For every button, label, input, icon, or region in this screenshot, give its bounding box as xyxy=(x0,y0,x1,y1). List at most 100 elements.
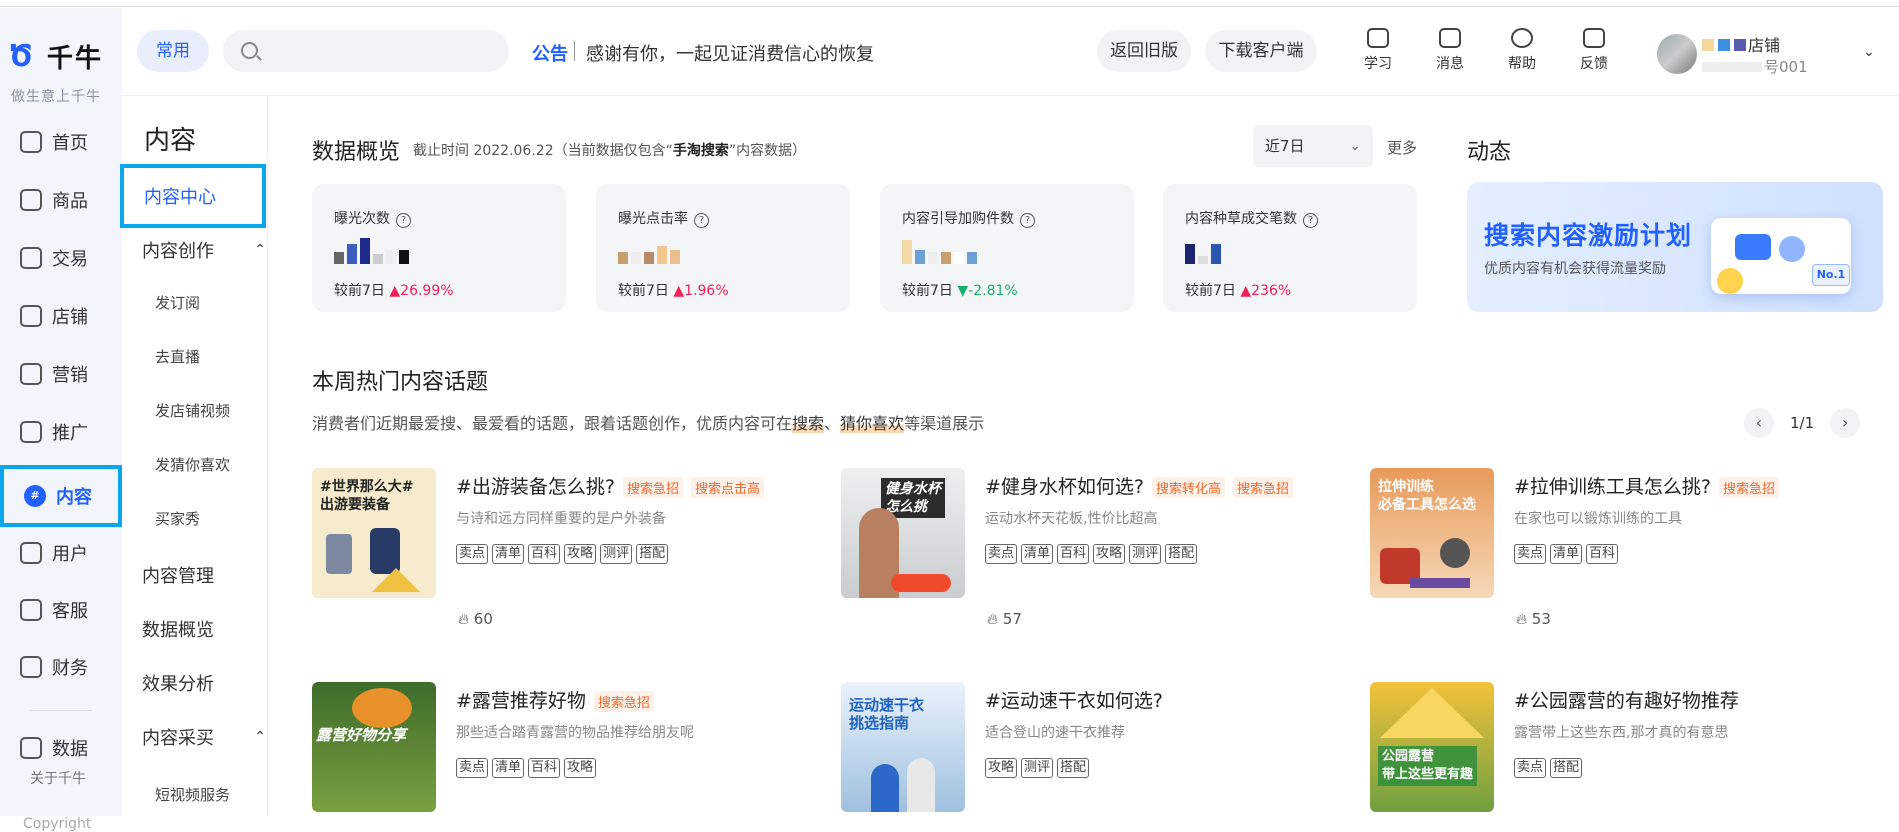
topic-title-text: #拉伸训练工具怎么挑? xyxy=(1514,476,1712,498)
topic-card[interactable]: 运动速干衣 挑选指南 #运动速干衣如何选? 适合登山的速干衣推荐 攻略 测评 搭配 xyxy=(841,682,1341,812)
topic-chip[interactable]: 攻略 xyxy=(564,544,597,564)
topic-card[interactable]: 公园露营 带上这些更有趣 #公园露营的有趣好物推荐 露营带上这些东西,那才真的有意… xyxy=(1370,682,1870,812)
logo[interactable]: Ծ 千牛 xyxy=(9,38,103,75)
metric-card-add-cart[interactable]: 内容引导加购件数? 较前7日 ▼-2.81% xyxy=(880,184,1134,312)
topic-chip[interactable]: 卖点 xyxy=(456,758,489,778)
next-page-button[interactable]: › xyxy=(1830,408,1861,438)
nav-label: 用户 xyxy=(52,544,88,565)
topic-chip[interactable]: 卖点 xyxy=(1514,758,1547,778)
nav-label: 商品 xyxy=(52,191,88,212)
question-icon[interactable]: ? xyxy=(1020,213,1035,228)
question-icon[interactable]: ? xyxy=(1303,213,1318,228)
topic-chip[interactable]: 攻略 xyxy=(564,758,597,778)
sub-item-subscribe[interactable]: 发订阅 xyxy=(155,292,200,313)
nav-item-goods[interactable]: 商品 xyxy=(0,175,122,225)
metric-label: 曝光点击率? xyxy=(618,208,709,228)
metric-card-deals[interactable]: 内容种草成交笔数? 较前7日 ▲236% xyxy=(1163,184,1417,312)
question-icon[interactable]: ? xyxy=(694,213,709,228)
question-icon[interactable]: ? xyxy=(396,213,411,228)
topic-chip[interactable]: 搭配 xyxy=(1550,758,1583,778)
topic-chip[interactable]: 搭配 xyxy=(1057,758,1090,778)
common-chip[interactable]: 常用 xyxy=(137,30,209,72)
topic-chip[interactable]: 测评 xyxy=(1129,544,1162,564)
sub-item-shop-video[interactable]: 发店铺视频 xyxy=(155,400,230,421)
nav-item-finance[interactable]: 财务 xyxy=(0,642,122,692)
sub-item-content-center[interactable]: 内容中心 xyxy=(120,164,266,228)
topic-chip[interactable]: 清单 xyxy=(1550,544,1583,564)
incentive-banner[interactable]: 搜索内容激励计划 优质内容有机会获得流量奖励 No.1 xyxy=(1467,182,1883,312)
qianniu-logo-icon: Ծ xyxy=(9,38,33,74)
sub-item-data-overview[interactable]: 数据概览 xyxy=(142,616,214,642)
about-link[interactable]: 关于千牛 xyxy=(30,768,86,788)
topic-chip[interactable]: 攻略 xyxy=(985,758,1018,778)
topic-title-text: #公园露营的有趣好物推荐 xyxy=(1514,690,1739,712)
topic-chip[interactable]: 卖点 xyxy=(1514,544,1547,564)
topic-chip[interactable]: 测评 xyxy=(600,544,633,564)
notice-text[interactable]: 感谢有你，一起见证消费信心的恢复 xyxy=(586,40,874,66)
topic-chip[interactable]: 清单 xyxy=(492,758,525,778)
search-input[interactable] xyxy=(223,30,509,72)
topic-card[interactable]: 健身水杯 怎么挑 #健身水杯如何选? 搜索转化高 搜索急招 运动水杯天花板,性价比超高… xyxy=(841,468,1341,628)
sub-item-content-create[interactable]: 内容创作 ⌃ xyxy=(142,237,266,263)
nav-item-trade[interactable]: 交易 xyxy=(0,233,122,283)
help-icon xyxy=(1511,28,1533,48)
topic-chip[interactable]: 测评 xyxy=(1021,758,1054,778)
promotion-icon xyxy=(20,421,42,443)
topic-chip[interactable]: 搭配 xyxy=(1165,544,1198,564)
nav-label: 交易 xyxy=(52,249,88,270)
download-client-button[interactable]: 下载客户端 xyxy=(1205,30,1317,72)
sub-item-guess[interactable]: 发猜你喜欢 xyxy=(155,454,230,475)
topic-chip[interactable]: 清单 xyxy=(492,544,525,564)
range-select[interactable]: 近7日 ⌄ xyxy=(1253,125,1373,167)
shop-name[interactable]: 店铺 xyxy=(1702,32,1780,56)
nav-label: 首页 xyxy=(52,133,88,154)
nav-item-data[interactable]: 数据 xyxy=(0,723,122,773)
feedback-button[interactable]: 反馈 xyxy=(1572,28,1616,73)
topic-tag: 搜索急招 xyxy=(1233,477,1294,498)
nav-item-shop[interactable]: 店铺 xyxy=(0,291,122,341)
desc-text: 等渠道展示 xyxy=(904,414,985,433)
nav-item-home[interactable]: 首页 xyxy=(0,117,122,167)
avatar[interactable] xyxy=(1657,34,1697,74)
topic-card[interactable]: 拉伸训练 必备工具怎么选 #拉伸训练工具怎么挑? 搜索急招 在家也可以锻炼训练的工具… xyxy=(1370,468,1870,628)
sub-item-live[interactable]: 去直播 xyxy=(155,346,200,367)
topic-chip[interactable]: 卖点 xyxy=(456,544,489,564)
topic-chip[interactable]: 百科 xyxy=(1057,544,1090,564)
topic-chip[interactable]: 百科 xyxy=(528,544,561,564)
metric-value-masked xyxy=(902,238,977,264)
message-button[interactable]: 消息 xyxy=(1428,28,1472,73)
topic-chip[interactable]: 百科 xyxy=(1586,544,1619,564)
topic-tag: 搜索转化高 xyxy=(1152,477,1226,498)
nav-item-promotion[interactable]: 推广 xyxy=(0,407,122,457)
nav-item-user[interactable]: 用户 xyxy=(0,528,122,578)
nav-item-content[interactable]: # 内容 xyxy=(0,465,122,527)
sub-item-buyer-show[interactable]: 买家秀 xyxy=(155,508,200,529)
back-to-old-button[interactable]: 返回旧版 xyxy=(1097,30,1191,72)
topic-card[interactable]: 露营好物分享 #露营推荐好物 搜索急招 那些适合踏青露营的物品推荐给朋友呢 卖点清… xyxy=(312,682,812,812)
topic-card[interactable]: #世界那么大# 出游要装备 #出游装备怎么挑? 搜索急招 搜索点击高 与诗和远方同样重… xyxy=(312,468,812,628)
message-icon xyxy=(1439,28,1461,48)
topic-chip[interactable]: 卖点 xyxy=(985,544,1018,564)
nav-label: 数据 xyxy=(52,739,88,760)
topic-chip[interactable]: 清单 xyxy=(1021,544,1054,564)
sub-item-content-purchase[interactable]: 内容采买 ⌃ xyxy=(142,724,266,750)
metric-label-text: 曝光点击率 xyxy=(618,211,688,227)
sub-item-short-video[interactable]: 短视频服务 xyxy=(155,784,230,805)
study-button[interactable]: 学习 xyxy=(1356,28,1400,73)
metric-card-ctr[interactable]: 曝光点击率? 较前7日 ▲1.96% xyxy=(596,184,850,312)
help-button[interactable]: 帮助 xyxy=(1500,28,1544,73)
sub-item-effect-analysis[interactable]: 效果分析 xyxy=(142,670,214,696)
topic-chip[interactable]: 攻略 xyxy=(1093,544,1126,564)
home-icon xyxy=(20,131,42,153)
topic-chip[interactable]: 搭配 xyxy=(636,544,669,564)
user-icon xyxy=(20,542,42,564)
note-suffix: ”内容数据） xyxy=(728,143,807,159)
nav-item-marketing[interactable]: 营销 xyxy=(0,349,122,399)
nav-item-service[interactable]: 客服 xyxy=(0,585,122,635)
more-link[interactable]: 更多 xyxy=(1387,137,1417,158)
topic-chip[interactable]: 百科 xyxy=(528,758,561,778)
sub-item-content-manage[interactable]: 内容管理 xyxy=(142,562,214,588)
chevron-down-icon[interactable]: ⌄ xyxy=(1863,44,1875,60)
prev-page-button[interactable]: ‹ xyxy=(1744,408,1774,438)
metric-card-exposure[interactable]: 曝光次数? 较前7日 ▲26.99% xyxy=(312,184,566,312)
